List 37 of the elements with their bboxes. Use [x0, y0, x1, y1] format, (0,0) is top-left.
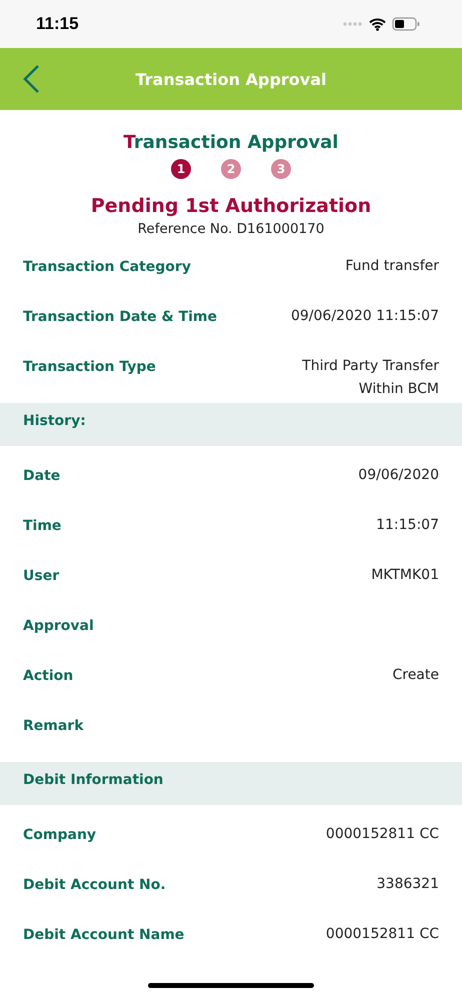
field-label: Action	[23, 667, 74, 684]
wifi-icon	[369, 18, 386, 30]
field-label: Debit Account No.	[23, 876, 166, 893]
field-label: Transaction Category	[23, 258, 191, 275]
field-value: Fund transfer	[345, 257, 439, 276]
field-value: 0000152811 CC	[326, 925, 439, 944]
field-value: Create	[392, 666, 439, 685]
field-value: 11:15:07	[376, 516, 439, 535]
field-label: Date	[23, 467, 60, 484]
field-value: Third Party Transfer Within BCM	[302, 357, 439, 399]
screen-title: Transaction Approval	[135, 70, 326, 88]
field-value: 09/06/2020 11:15:07	[290, 307, 439, 326]
field-value: 09/06/2020	[358, 466, 439, 485]
section-title: History:	[23, 412, 86, 428]
approval-title: Transaction Approval	[124, 132, 338, 153]
step-indicator: 3	[271, 159, 291, 179]
field-label: Transaction Date & Time	[23, 308, 218, 325]
back-button[interactable]	[22, 64, 40, 94]
field-label: Remark	[23, 717, 84, 734]
field-label: Approval	[23, 617, 94, 634]
approval-status: Pending 1st Authorization	[90, 195, 372, 217]
field-value: MKTMK01	[371, 566, 439, 585]
field-label: Company	[23, 826, 96, 843]
signal-icon	[343, 22, 363, 26]
step-indicator: 1	[171, 159, 191, 179]
section-title: Debit Information	[23, 772, 164, 788]
field-label: Transaction Type	[23, 358, 156, 375]
field-value: 0000152811 CC	[326, 825, 439, 844]
field-label: Time	[23, 517, 62, 534]
battery-icon	[392, 17, 420, 31]
status-time: 11:15	[36, 14, 79, 34]
field-value: 3386321	[376, 875, 439, 894]
back-icon	[22, 64, 40, 94]
field-label: User	[23, 567, 60, 584]
reference-number: Reference No. D161000170	[138, 221, 324, 237]
step-indicator: 2	[221, 159, 241, 179]
field-label: Debit Account Name	[23, 926, 184, 943]
